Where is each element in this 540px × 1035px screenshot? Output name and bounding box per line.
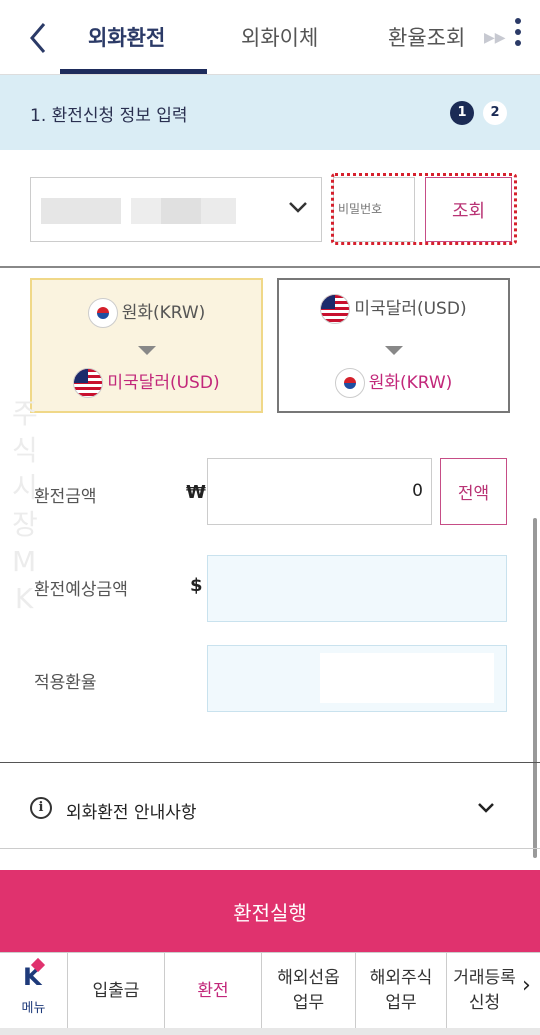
watermark-char: 식 (12, 434, 38, 467)
info-icon: i (30, 797, 52, 819)
account-select[interactable] (30, 177, 322, 242)
nav-item-overseas-stocks[interactable]: 해외주식 업무 (356, 953, 447, 1029)
bottom-nav: K 메뉴 입출금 환전 해외선옵 업무 해외주식 업무 거래등록 신청 › (0, 952, 540, 1035)
chevron-down-icon (289, 202, 307, 213)
currency-label: 원화(KRW) (121, 303, 206, 323)
us-flag-icon (73, 368, 104, 398)
masked-account-number (161, 198, 201, 224)
nav-item-label: 해외주식 업무 (369, 968, 433, 1013)
nav-item-deposit-withdraw[interactable]: 입출금 (68, 953, 165, 1029)
expected-amount-label: 환전예상금액 (34, 580, 128, 600)
nav-item-overseas-futures[interactable]: 해외선옵 업무 (262, 953, 356, 1029)
brand-logo-icon: K (23, 957, 46, 991)
nav-item-label: 해외선옵 업무 (277, 968, 340, 1013)
notice-accordion[interactable]: i 외화환전 안내사항 (0, 762, 540, 849)
menu-label: 메뉴 (21, 1001, 46, 1016)
from-currency: 원화(KRW) (32, 298, 261, 328)
korea-flag-icon (87, 298, 118, 328)
masked-account-number (201, 198, 236, 224)
step-title: 1. 환전신청 정보 입력 (30, 106, 188, 126)
password-input[interactable] (333, 177, 415, 242)
step-indicator-2: 2 (483, 101, 507, 125)
us-flag-icon (320, 294, 351, 324)
watermark-char: 장 (12, 508, 38, 541)
applied-rate-label: 적용환율 (34, 673, 97, 693)
nav-item-label: 환전 (197, 980, 229, 1001)
expected-amount-field (207, 555, 507, 622)
nav-item-label: 입출금 (92, 980, 140, 1001)
watermark-char: 시 (12, 471, 38, 504)
won-symbol: ₩ (186, 482, 206, 503)
nav-item-exchange[interactable]: 환전 (165, 953, 262, 1029)
watermark: 주 식 시 장 M K (12, 395, 38, 617)
amount-label: 환전금액 (34, 487, 97, 507)
tab-rate-inquiry[interactable]: 환율조회 (388, 22, 465, 52)
arrow-down-icon (384, 346, 403, 355)
from-currency: 미국달러(USD) (279, 294, 508, 324)
watermark-char: 주 (12, 397, 38, 430)
chevron-down-icon (478, 803, 494, 813)
menu-button[interactable]: K 메뉴 (0, 953, 68, 1029)
usd-to-krw-option[interactable]: 미국달러(USD) 원화(KRW) (277, 278, 510, 413)
watermark-char: K (14, 582, 34, 615)
tab-fx-exchange[interactable]: 외화환전 (88, 22, 165, 52)
amount-input[interactable]: 0 (207, 458, 432, 525)
arrow-down-icon (137, 346, 156, 355)
masked-account-number (41, 198, 121, 224)
masked-account-number (131, 198, 161, 224)
amount-value: 0 (412, 481, 423, 501)
krw-to-usd-option[interactable]: 원화(KRW) 미국달러(USD) (30, 278, 263, 413)
currency-label: 원화(KRW) (368, 373, 453, 393)
rate-value-area (320, 653, 494, 703)
to-currency: 원화(KRW) (279, 368, 508, 398)
tab-fx-transfer[interactable]: 외화이체 (241, 22, 318, 52)
notice-label: 외화환전 안내사항 (66, 803, 197, 823)
more-tabs-icon[interactable]: ▶▶ (484, 30, 506, 46)
dollar-symbol: $ (190, 575, 203, 596)
currency-label: 미국달러(USD) (107, 373, 220, 393)
nav-item-label: 거래등록 신청 (453, 968, 516, 1013)
step-bar: 1. 환전신청 정보 입력 1 2 (0, 75, 540, 150)
bottom-strip (0, 1028, 540, 1035)
to-currency: 미국달러(USD) (32, 368, 261, 398)
divider (0, 266, 540, 268)
all-amount-button[interactable]: 전액 (440, 458, 507, 525)
active-tab-indicator (60, 69, 207, 74)
currency-label: 미국달러(USD) (354, 299, 467, 319)
inquiry-button[interactable]: 조회 (425, 177, 512, 242)
step-indicator-1: 1 (450, 101, 474, 125)
top-header: 외화환전 외화이체 환율조회 ▶▶ (0, 0, 540, 75)
kebab-menu-icon[interactable] (513, 18, 523, 54)
execute-exchange-button[interactable]: 환전실행 (0, 870, 540, 952)
back-arrow-icon[interactable] (22, 18, 54, 58)
nav-item-trade-registration[interactable]: 거래등록 신청 (447, 953, 522, 1029)
korea-flag-icon (334, 368, 365, 398)
watermark-char: M (12, 545, 37, 578)
chevron-right-icon[interactable]: › (522, 973, 531, 998)
